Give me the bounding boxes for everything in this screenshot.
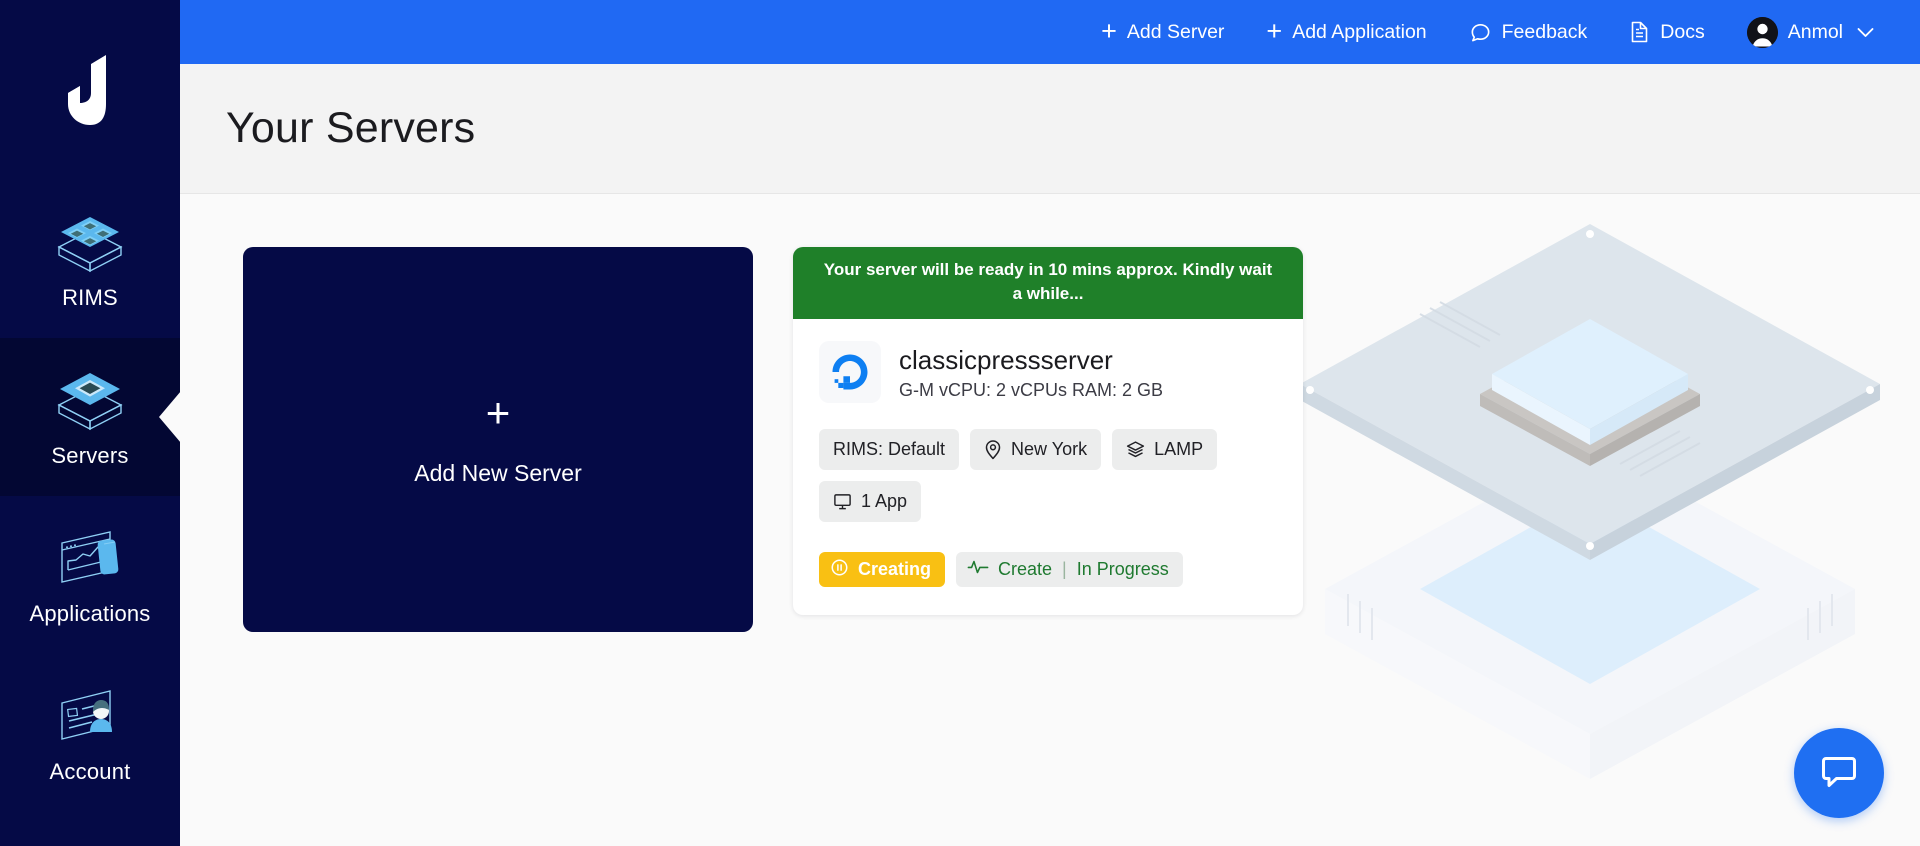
- tag-label: RIMS: Default: [833, 439, 945, 460]
- user-menu[interactable]: Anmol: [1747, 17, 1874, 48]
- chevron-down-icon: [1857, 27, 1874, 38]
- location-pin-icon: [984, 440, 1002, 460]
- add-application-label: Add Application: [1292, 21, 1426, 44]
- app-root: RIMS Servers: [0, 0, 1920, 846]
- tag-stack[interactable]: LAMP: [1112, 429, 1217, 470]
- plus-icon: +: [1266, 18, 1282, 45]
- server-header: classicpressserver G-M vCPU: 2 vCPUs RAM…: [819, 341, 1277, 403]
- feedback-button[interactable]: Feedback: [1469, 21, 1588, 44]
- page-title: Your Servers: [226, 104, 475, 153]
- plus-icon: +: [1101, 18, 1117, 45]
- chat-widget-button[interactable]: [1794, 728, 1884, 818]
- user-name-label: Anmol: [1788, 21, 1843, 44]
- tag-label: New York: [1011, 439, 1087, 460]
- server-chip-icon: [54, 367, 126, 433]
- rims-stack-icon: [54, 209, 126, 275]
- main-area: + Add Server + Add Application Feedback: [180, 0, 1920, 846]
- sidebar-item-account[interactable]: Account: [0, 654, 180, 812]
- sidebar-item-servers[interactable]: Servers: [0, 338, 180, 496]
- document-icon: [1629, 20, 1650, 44]
- avatar-icon: [1747, 17, 1778, 48]
- add-server-button[interactable]: + Add Server: [1101, 19, 1224, 46]
- digitalocean-icon: [819, 341, 881, 403]
- add-application-button[interactable]: + Add Application: [1266, 19, 1426, 46]
- server-spec: G-M vCPU: 2 vCPUs RAM: 2 GB: [899, 380, 1163, 401]
- status-badge-label: Creating: [858, 559, 931, 580]
- tag-region[interactable]: New York: [970, 429, 1101, 470]
- server-cards-grid: + Add New Server Your server will be rea…: [180, 194, 1920, 632]
- sidebar-item-label: RIMS: [62, 287, 118, 309]
- plus-icon: +: [486, 392, 511, 434]
- content-area: + Add New Server Your server will be rea…: [180, 194, 1920, 846]
- server-tags: RIMS: Default New York: [819, 429, 1277, 522]
- brand-logo[interactable]: [0, 0, 180, 180]
- layers-icon: [1126, 440, 1145, 459]
- activity-label: Create: [998, 559, 1052, 580]
- server-card-body: classicpressserver G-M vCPU: 2 vCPUs RAM…: [793, 319, 1303, 615]
- status-badge-activity[interactable]: Create | In Progress: [956, 552, 1183, 587]
- status-badge-creating[interactable]: Creating: [819, 552, 945, 587]
- pause-circle-icon: [830, 558, 849, 582]
- applications-window-icon: [54, 525, 126, 591]
- pulse-icon: [967, 558, 989, 581]
- top-navigation-bar: + Add Server + Add Application Feedback: [180, 0, 1920, 64]
- tag-label: 1 App: [861, 491, 907, 512]
- dolphin-logo-icon: [59, 53, 121, 127]
- page-header: Your Servers: [180, 64, 1920, 194]
- server-card[interactable]: Your server will be ready in 10 mins app…: [793, 247, 1303, 615]
- chat-bubble-icon: [1469, 21, 1492, 44]
- add-new-server-label: Add New Server: [414, 460, 581, 487]
- active-indicator-notch: [159, 391, 181, 443]
- server-identity: classicpressserver G-M vCPU: 2 vCPUs RAM…: [899, 344, 1163, 401]
- server-status-notice: Your server will be ready in 10 mins app…: [793, 247, 1303, 319]
- sidebar-item-label: Applications: [29, 603, 150, 625]
- chat-bubble-icon: [1818, 750, 1860, 797]
- sidebar-item-applications[interactable]: Applications: [0, 496, 180, 654]
- feedback-label: Feedback: [1502, 21, 1588, 44]
- docs-button[interactable]: Docs: [1629, 20, 1704, 44]
- tag-label: LAMP: [1154, 439, 1203, 460]
- server-status-row: Creating Create | In Progres: [819, 552, 1277, 587]
- activity-separator: |: [1061, 559, 1068, 580]
- tag-rims[interactable]: RIMS: Default: [819, 429, 959, 470]
- sidebar-item-rims[interactable]: RIMS: [0, 180, 180, 338]
- add-server-label: Add Server: [1127, 21, 1225, 44]
- sidebar-item-label: Account: [50, 761, 131, 783]
- sidebar: RIMS Servers: [0, 0, 180, 846]
- monitor-icon: [833, 492, 852, 511]
- server-name: classicpressserver: [899, 344, 1163, 377]
- activity-value: In Progress: [1077, 559, 1169, 580]
- account-card-icon: [54, 683, 126, 749]
- tag-apps-count[interactable]: 1 App: [819, 481, 921, 522]
- add-new-server-card[interactable]: + Add New Server: [243, 247, 753, 632]
- sidebar-item-label: Servers: [51, 445, 128, 467]
- docs-label: Docs: [1660, 21, 1704, 44]
